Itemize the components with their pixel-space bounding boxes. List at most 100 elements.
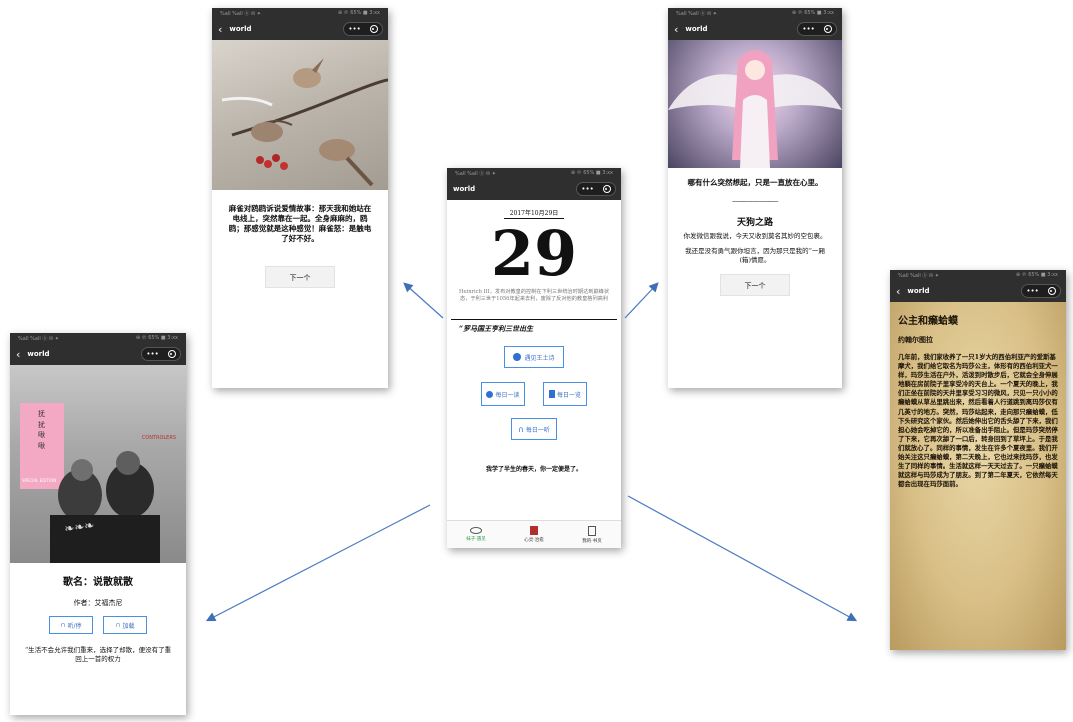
angel-phone: %all %all ⓑ ✉ ✦ ⊕ ℗ 65% ■ 3:xx ‹ world •… (668, 8, 842, 388)
close-mini-program-icon[interactable] (1047, 287, 1056, 295)
status-right: ⊕ ℗ 65% ■ 3:xx (570, 170, 613, 176)
nav-title: world (27, 350, 50, 358)
nav-title: world (453, 185, 476, 193)
poem-button-label: 遇见王土诗 (524, 354, 555, 362)
nav-bar: world ••• (447, 178, 621, 200)
status-bar: %all %all ⓑ ✉ ✦ ⊕ ℗ 65% ■ 3:xx (10, 333, 186, 343)
music-phone: %all %all ⓑ ✉ ✦ ⊕ ℗ 65% ■ 3:xx ‹ world •… (10, 333, 186, 715)
menu-capsule[interactable]: ••• (797, 22, 837, 36)
bird-phone: %all %all ⓑ ✉ ✦ ⊕ ℗ 65% ■ 3:xx ‹ world •… (212, 8, 388, 388)
next-button[interactable]: 下一个 (265, 266, 335, 288)
nav-title: world (229, 25, 252, 33)
center-phone: %all %all ⓑ ✉ ✦ ⊕ ℗ 65% ■ 3:xx world •••… (447, 168, 621, 548)
daily-read-label: 每日一读 (495, 391, 520, 399)
status-left: %all %all ⓑ ✉ ✦ (220, 10, 261, 17)
status-bar: %all %all ⓑ ✉ ✦ ⊕ ℗ 65% ■ 3:xx (212, 8, 388, 18)
divider (451, 319, 617, 320)
more-icon[interactable]: ••• (581, 185, 593, 193)
status-left: %all %all ⓑ ✉ ✦ (455, 170, 496, 177)
eye-icon (470, 527, 482, 534)
history-text: Heinrich III，发布对教皇的控制在下利三世统治时期达到巅峰状态，于利三… (458, 289, 610, 303)
story-title: 公主和癞蛤蟆 (898, 316, 958, 327)
headphones-icon: ∩ (115, 621, 121, 629)
angel-text-1: 哪有什么突然想起，只是一直放在心里。 (687, 178, 823, 187)
story-parchment: 公主和癞蛤蟆 约翰尔图拉 几年前，我们家收养了一只1岁大的西伯利亚产的爱斯基摩犬… (890, 302, 1066, 650)
play-button-label: 听/停 (67, 622, 82, 630)
nav-title: world (907, 287, 930, 295)
angel-illustration (668, 50, 842, 168)
status-left: %all %all ⓑ ✉ ✦ (676, 10, 717, 17)
menu-capsule[interactable]: ••• (141, 347, 181, 361)
nav-bar: ‹ world ••• (10, 343, 186, 365)
status-right: ⊕ ℗ 65% ■ 3:xx (135, 335, 178, 341)
poem-button[interactable]: 遇见王土诗 (504, 346, 564, 368)
read-icon (486, 390, 494, 398)
play-button[interactable]: ∩ 听/停 (49, 616, 93, 634)
status-bar: %all %all ⓑ ✉ ✦ ⊕ ℗ 65% ■ 3:xx (447, 168, 621, 178)
menu-capsule[interactable]: ••• (576, 182, 616, 196)
arrow-to-bird (403, 282, 444, 319)
menu-capsule[interactable]: ••• (1021, 284, 1061, 298)
daily-read-button[interactable]: 每日一读 (481, 382, 525, 406)
tab-heal-label: 心灵·治愈 (524, 538, 544, 543)
poem-icon (513, 353, 522, 361)
tab-discover-label: 妹子·遇见 (466, 537, 486, 542)
lyric-text: “生活不会允许我们重来，选择了却散，便没有了重回上一首的权力 (24, 646, 172, 664)
back-arrow-icon[interactable]: ‹ (896, 286, 900, 297)
next-button[interactable]: 下一个 (720, 274, 790, 297)
story-body: 几年前，我们家收养了一只1岁大的西伯利亚产的爱斯基摩犬，我们给它取名为玛莎公主，… (898, 353, 1058, 489)
tab-heal[interactable]: 心灵·治愈 (524, 526, 544, 543)
arrow-to-music (205, 504, 431, 622)
back-arrow-icon[interactable]: ‹ (674, 24, 678, 35)
angel-text-2: 你发微信跟我说，今天又收到莫名其妙的空包裹。 (683, 232, 827, 241)
download-button-label: 加载 (122, 622, 135, 630)
back-arrow-icon[interactable]: ‹ (16, 349, 20, 360)
menu-capsule[interactable]: ••• (343, 22, 383, 36)
page-icon (588, 525, 596, 536)
arrow-to-story (627, 495, 858, 622)
more-icon[interactable]: ••• (1026, 287, 1038, 295)
arrow-to-angel (624, 282, 659, 319)
bird-story-text: 麻雀对鸥鸥诉说爱情故事：那天我和她站在电线上，突然靠在一起。全身麻麻的，鸥鸥；那… (228, 204, 372, 244)
tab-discover[interactable]: 妹子·遇见 (466, 527, 486, 542)
more-icon[interactable]: ••• (802, 25, 814, 33)
music-controls: ∩ 听/停 ∩ 加载 (10, 616, 186, 634)
story-author: 约翰尔图拉 (898, 335, 933, 344)
headphones-icon: ∩ (518, 424, 524, 434)
nav-bar: ‹ world ••• (668, 18, 842, 40)
story-phone: %all %all ⓑ ✉ ✦ ⊕ ℗ 65% ■ 3:xx ‹ world •… (890, 270, 1066, 650)
status-bar: %all %all ⓑ ✉ ✦ ⊕ ℗ 65% ■ 3:xx (668, 8, 842, 18)
status-right: ⊕ ℗ 65% ■ 3:xx (791, 10, 834, 16)
bird-image (212, 40, 388, 190)
tab-mine[interactable]: 我的·书页 (582, 525, 602, 544)
tab-mine-label: 我的·书页 (582, 538, 602, 544)
song-artist: 作者：艾福杰尼 (73, 599, 123, 607)
status-right: ⊕ ℗ 65% ■ 3:xx (1015, 272, 1058, 278)
status-left: %all %all ⓑ ✉ ✦ (18, 335, 59, 342)
daily-row: 每日一读 每日一览 (481, 382, 587, 406)
angel-divider: ------------------------------ (732, 198, 778, 206)
close-mini-program-icon[interactable] (167, 350, 176, 358)
album-cover: 抚扰啾啾 SPECIAL EDITION CONTROLERS ❧❧❧ (10, 365, 186, 563)
download-button[interactable]: ∩ 加载 (103, 616, 147, 634)
back-arrow-icon[interactable]: ‹ (218, 24, 222, 35)
more-icon[interactable]: ••• (146, 350, 158, 358)
history-quote: “罗马国王亨利三世出生 (459, 324, 534, 333)
closing-text: 我学了半生的春天，你一定便是了。 (485, 466, 582, 473)
day-number: 29 (490, 217, 578, 290)
daily-book-button[interactable]: 每日一览 (543, 382, 587, 406)
tab-bar: 妹子·遇见 心灵·治愈 我的·书页 (447, 520, 621, 548)
daily-book-label: 每日一览 (556, 391, 581, 399)
status-right: ⊕ ℗ 65% ■ 3:xx (337, 10, 380, 16)
waxwing-illustration (221, 58, 388, 187)
close-mini-program-icon[interactable] (823, 25, 832, 33)
daily-listen-button[interactable]: ∩ 每日一听 (511, 418, 557, 440)
close-mini-program-icon[interactable] (369, 25, 378, 33)
song-title: 歌名：说散就散 (63, 577, 133, 588)
more-icon[interactable]: ••• (348, 25, 360, 33)
status-bar: %all %all ⓑ ✉ ✦ ⊕ ℗ 65% ■ 3:xx (890, 270, 1066, 280)
nav-bar: ‹ world ••• (890, 280, 1066, 302)
close-mini-program-icon[interactable] (602, 185, 611, 193)
headphones-icon: ∩ (60, 621, 66, 629)
nav-title: world (685, 25, 708, 33)
